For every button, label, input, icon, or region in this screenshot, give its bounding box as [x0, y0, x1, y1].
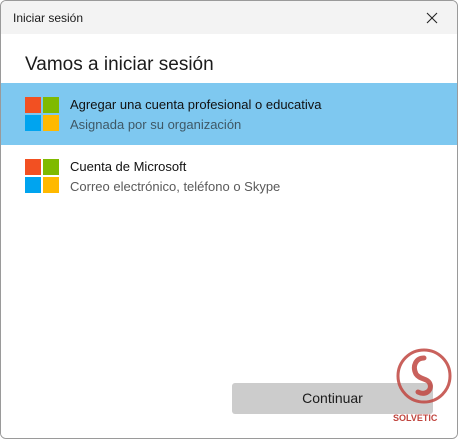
microsoft-logo-icon [25, 159, 59, 193]
option-title: Agregar una cuenta profesional o educati… [70, 97, 322, 112]
option-subtitle: Asignada por su organización [70, 117, 242, 132]
window-title: Iniciar sesión [13, 11, 84, 25]
dialog-content: Vamos a iniciar sesión Agregar una cuent… [1, 34, 457, 438]
watermark-text: SOLVETIC [393, 413, 438, 423]
option-work-school-account[interactable]: Agregar una cuenta profesional o educati… [1, 83, 457, 145]
option-subtitle: Correo electrónico, teléfono o Skype [70, 179, 281, 194]
solvetic-logo-icon [396, 348, 452, 404]
title-bar: Iniciar sesión [1, 1, 457, 34]
close-icon [426, 12, 438, 24]
page-title: Vamos a iniciar sesión [25, 54, 214, 75]
close-button[interactable] [415, 5, 449, 31]
sign-in-dialog: Iniciar sesión Vamos a iniciar sesión Ag… [0, 0, 458, 439]
option-title: Cuenta de Microsoft [70, 159, 187, 174]
microsoft-logo-icon [25, 97, 59, 131]
option-microsoft-account[interactable]: Cuenta de Microsoft Correo electrónico, … [1, 145, 457, 207]
